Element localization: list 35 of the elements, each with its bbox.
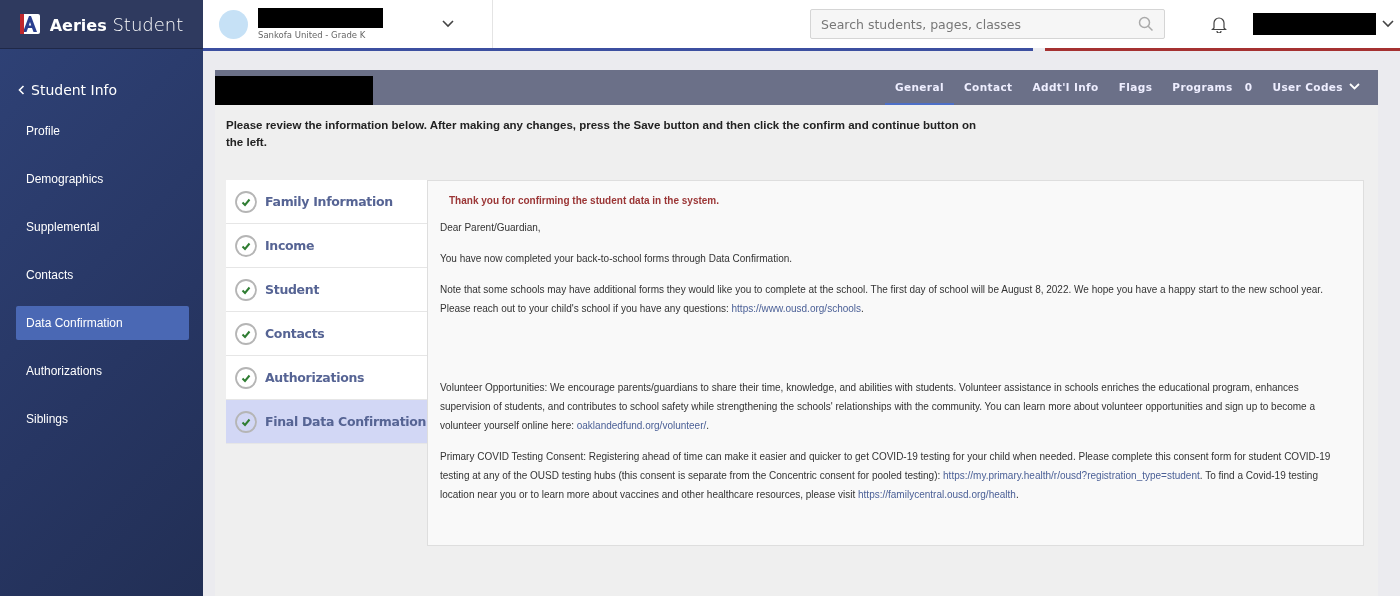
paragraph: Note that some schools may have additional forms they would like you to complete at the school. The first day of school will be August 8, 2022. We hope you have a happy start to the new school year. Please reach out to your child's school if you have any questions: https://www.ousd.org/schools. [440, 283, 1324, 316]
student-school: Sankofa United - Grade K [258, 30, 367, 40]
tab[interactable]: Flags [1108, 70, 1163, 105]
sidebar-item[interactable]: Contacts [16, 258, 189, 292]
confirmation-notice: Thank you for confirming the student data in the system. [449, 195, 721, 206]
sidebar-item[interactable]: Authorizations [16, 354, 189, 388]
instructions-text: Please review the information below. After making any changes, press the Save button and then click the confirm and continue button on the left. [226, 118, 977, 150]
tab[interactable]: User Codes [1262, 70, 1370, 105]
student-selector[interactable]: Sankofa United - Grade K [203, 0, 493, 48]
chevron-down-icon [442, 20, 454, 28]
paragraph: You have now completed your back-to-school forms through Data Confirmation. [440, 252, 794, 266]
chevron-left-icon [18, 85, 25, 95]
link[interactable]: oaklandedfund.org/volunteer/ [576, 420, 707, 431]
tab[interactable]: Addt'l Info [1022, 70, 1109, 105]
link[interactable]: https://familycentral.ousd.org/health [858, 489, 1016, 500]
paragraph: Dear Parent/Guardian, [440, 221, 542, 235]
paragraph: Volunteer Opportunities: We encourage parents/guardians to share their time, knowledge, and abilities with students. Volunteer assistance in schools enriches the educational program, enhances supervision of students, and contributes to school safety while strengthening the schools' relationships with the community. You can learn more about volunteer opportunities and sign up to become a volunteer yourself online here: oaklandedfund.org/volunteer/. [440, 381, 1317, 433]
sidebar-item[interactable]: Demographics [16, 162, 189, 196]
step-item[interactable]: Final Data Confirmation [226, 400, 427, 444]
search-icon [1138, 16, 1154, 32]
back-link[interactable]: Student Info [0, 73, 203, 107]
search-field[interactable]: Search students, pages, classes [810, 9, 1165, 39]
avatar [219, 9, 248, 39]
tab[interactable]: Contact [953, 70, 1023, 105]
sidebar-item[interactable]: Siblings [16, 402, 189, 436]
tab[interactable]: Programs 0 [1162, 70, 1263, 105]
brand-name: Aeries Student [49, 13, 184, 35]
sidebar-item[interactable]: Data Confirmation [16, 306, 189, 340]
chevron-down-icon[interactable] [1382, 20, 1394, 28]
logo-icon [19, 14, 40, 34]
sidebar-item[interactable]: Profile [16, 114, 189, 148]
link[interactable]: https://my.primary.health/r/ousd?registration_type=student [943, 470, 1200, 481]
paragraph: Primary COVID Testing Consent: Registering ahead of time can make it easier and quicker to get COVID-19 testing for your child when needed. Please complete this consent form for student COVID-19 testing at any of the OUSD testing hubs (this consent is separate from the Concentric consent for pooled testing): https://my.primary.health/r/ousd?registration_type=student. To find a Covid-19 testing location near you or to learn more about vaccines and other healthcare resources, please visit https://familycentral.ousd.org/health. [440, 450, 1332, 502]
sidebar-item[interactable]: Supplemental [16, 210, 189, 244]
bell-icon[interactable] [1211, 15, 1227, 33]
